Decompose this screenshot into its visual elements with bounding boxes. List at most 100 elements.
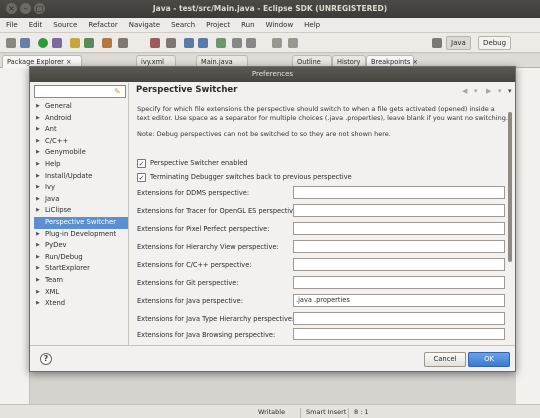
perspective-java-label: Java	[451, 39, 466, 47]
view-menu-icon[interactable]: ▾	[508, 87, 512, 95]
forward-arrow-icon[interactable]: ▶	[486, 87, 491, 95]
open-perspective-icon[interactable]	[432, 38, 442, 48]
search-icon[interactable]	[118, 38, 128, 48]
menu-edit[interactable]: Edit	[23, 18, 48, 29]
breakpoints-pane[interactable]	[516, 68, 540, 404]
new-icon[interactable]	[6, 38, 16, 48]
expand-arrow-icon[interactable]: ▶	[36, 275, 40, 287]
tree-item-pydev[interactable]: ▶ PyDev	[34, 240, 128, 252]
perspective-java[interactable]: Java	[446, 36, 471, 50]
field-cpp[interactable]	[293, 258, 505, 271]
nav-forward-icon[interactable]	[288, 38, 298, 48]
tree-item-genymobile[interactable]: ▶ Genymobile	[34, 147, 128, 159]
annotation-prev-icon[interactable]	[198, 38, 208, 48]
debug-icon[interactable]	[52, 38, 62, 48]
cancel-button[interactable]: Cancel	[424, 352, 466, 367]
menu-run[interactable]: Run	[235, 18, 259, 29]
expand-arrow-icon[interactable]: ▶	[36, 159, 40, 171]
tree-item-help[interactable]: ▶ Help	[34, 159, 128, 171]
annotation-next-icon[interactable]	[184, 38, 194, 48]
menu-refactor[interactable]: Refactor	[82, 18, 122, 29]
new-class-icon[interactable]	[84, 38, 94, 48]
expand-arrow-icon[interactable]: ▶	[36, 101, 40, 113]
tree-item-java[interactable]: ▶ Java	[34, 194, 128, 206]
expand-arrow-icon[interactable]: ▶	[36, 147, 40, 159]
expand-arrow-icon[interactable]: ▶	[36, 229, 40, 241]
chevron-down-icon[interactable]: ▾	[474, 87, 478, 95]
terminating-debugger-checkbox[interactable]: ✓ Terminating Debugger switches back to p…	[137, 172, 352, 182]
save-icon[interactable]	[20, 38, 30, 48]
tree-item-liclipse[interactable]: ▶ LiClipse	[34, 205, 128, 217]
toggle-icon[interactable]	[150, 38, 160, 48]
scrollbar-thumb[interactable]	[508, 112, 512, 262]
tree-item-run-debug[interactable]: ▶ Run/Debug	[34, 252, 128, 264]
expand-arrow-icon[interactable]: ▶	[36, 252, 40, 264]
forward-icon[interactable]	[246, 38, 256, 48]
field-java-type-hierarchy[interactable]	[293, 312, 505, 325]
menu-window[interactable]: Window	[260, 18, 299, 29]
back-arrow-icon[interactable]: ◀	[462, 87, 467, 95]
menu-search[interactable]: Search	[165, 18, 200, 29]
field-label-pixel-perfect: Extensions for Pixel Perfect perspective…	[137, 225, 270, 233]
tree-item-ant[interactable]: ▶ Ant	[34, 124, 128, 136]
tree-item-label: Xtend	[45, 299, 66, 308]
last-edit-icon[interactable]	[216, 38, 226, 48]
expand-arrow-icon[interactable]: ▶	[36, 136, 40, 148]
expand-arrow-icon[interactable]: ▶	[36, 182, 40, 194]
checkmark-icon[interactable]: ✓	[137, 159, 146, 168]
back-icon[interactable]	[232, 38, 242, 48]
menu-help[interactable]: Help	[298, 18, 325, 29]
menu-file[interactable]: File	[0, 18, 23, 29]
field-java-browsing[interactable]	[293, 328, 505, 340]
field-pixel-perfect[interactable]	[293, 222, 505, 235]
page-scrollbar[interactable]	[507, 110, 513, 345]
nav-back-icon[interactable]	[272, 38, 282, 48]
expand-arrow-icon[interactable]: ▶	[36, 171, 40, 183]
tree-splitter[interactable]	[128, 83, 129, 345]
run-icon[interactable]	[38, 38, 48, 48]
checkmark-icon[interactable]: ✓	[137, 173, 146, 182]
menu-navigate[interactable]: Navigate	[123, 18, 165, 29]
package-explorer-pane[interactable]	[0, 68, 30, 404]
menu-source[interactable]: Source	[47, 18, 82, 29]
tree-item-xtend[interactable]: ▶ Xtend	[34, 298, 128, 310]
field-tracer[interactable]	[293, 204, 505, 217]
field-java[interactable]: .java .properties	[293, 294, 505, 307]
perspective-switcher-enabled-checkbox[interactable]: ✓ Perspective Switcher enabled	[137, 158, 247, 168]
expand-arrow-icon[interactable]: ▶	[36, 205, 40, 217]
tree-item-label: Ivy	[45, 183, 56, 192]
field-git[interactable]	[293, 276, 505, 289]
open-type-icon[interactable]	[102, 38, 112, 48]
expand-arrow-icon[interactable]: ▶	[36, 298, 40, 310]
clear-filter-icon[interactable]: ✎	[114, 87, 123, 96]
expand-arrow-icon[interactable]: ▶	[36, 287, 40, 299]
tree-item-general[interactable]: ▶ General	[34, 101, 128, 113]
tree-item-xml[interactable]: ▶ XML	[34, 287, 128, 299]
field-ddms[interactable]	[293, 186, 505, 199]
tree-item-install-update[interactable]: ▶ Install/Update	[34, 171, 128, 183]
tree-item-label: Java	[45, 194, 60, 203]
tree-item-team[interactable]: ▶ Team	[34, 275, 128, 287]
expand-arrow-icon[interactable]: ▶	[36, 240, 40, 252]
help-icon[interactable]: ?	[40, 353, 52, 365]
tree-item-plugin-development[interactable]: ▶ Plug-in Development	[34, 229, 128, 241]
checkbox-label: Terminating Debugger switches back to pr…	[150, 173, 352, 181]
expand-arrow-icon[interactable]: ▶	[36, 194, 40, 206]
tree-item-android[interactable]: ▶ Android	[34, 113, 128, 125]
expand-arrow-icon[interactable]: ▶	[36, 113, 40, 125]
ok-button[interactable]: OK	[468, 352, 510, 367]
page-note: Note: Debug perspectives can not be swit…	[137, 130, 391, 138]
filter-input[interactable]: ✎	[34, 85, 126, 98]
new-package-icon[interactable]	[70, 38, 80, 48]
chevron-down-icon[interactable]: ▾	[498, 87, 502, 95]
field-hierarchy-view[interactable]	[293, 240, 505, 253]
expand-arrow-icon[interactable]: ▶	[36, 263, 40, 275]
perspective-debug[interactable]: Debug	[478, 36, 512, 50]
mark-icon[interactable]	[166, 38, 176, 48]
tree-item-ivy[interactable]: ▶ Ivy	[34, 182, 128, 194]
tree-item-startexplorer[interactable]: ▶ StartExplorer	[34, 263, 128, 275]
tree-item-perspective-switcher[interactable]: Perspective Switcher	[34, 216, 128, 229]
menu-project[interactable]: Project	[200, 18, 235, 29]
expand-arrow-icon[interactable]: ▶	[36, 124, 40, 136]
tree-item-cpp[interactable]: ▶ C/C++	[34, 136, 128, 148]
